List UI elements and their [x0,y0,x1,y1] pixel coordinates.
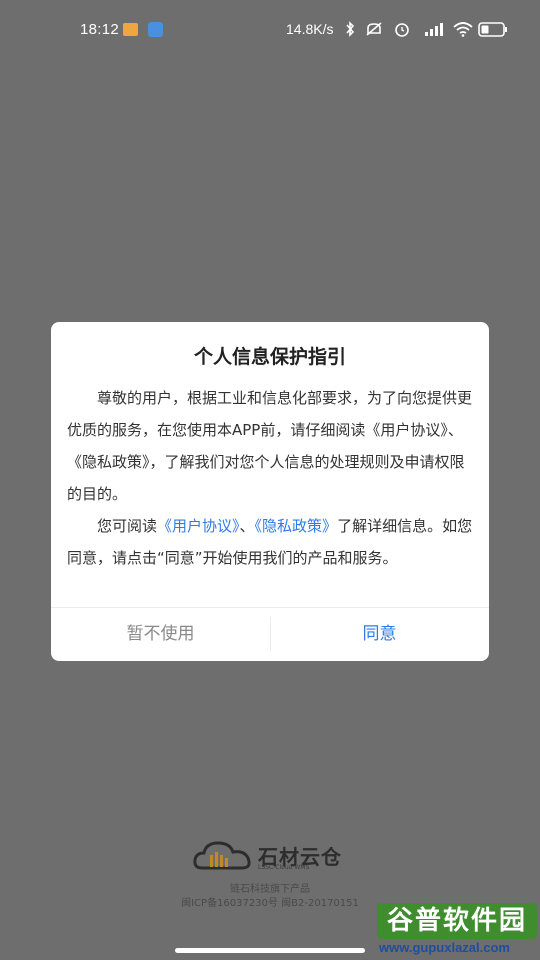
dialog-body: 尊敬的用户，根据工业和信息化部要求，为了向您提供更优质的服务，在您使用本APP前… [67,382,473,574]
app-notification-icon [148,22,163,37]
brand-logo: 石材云仓 LSSC-Cloud WMS [0,838,540,876]
privacy-dialog: 个人信息保护指引 尊敬的用户，根据工业和信息化部要求，为了向您提供更优质的服务，… [51,322,489,661]
agree-button[interactable]: 同意 [270,608,489,661]
site-watermark: 谷普软件园 www.gupuxlazal.com [377,903,540,960]
watermark-url: www.gupuxlazal.com [379,940,510,955]
user-agreement-link[interactable]: 《用户协议》 [157,517,240,535]
status-icons [345,19,473,39]
cloud-logo-icon [193,841,251,870]
battery-icon [478,22,507,37]
bluetooth-icon [346,21,355,37]
decline-button[interactable]: 暂不使用 [51,608,270,661]
home-indicator[interactable] [175,948,365,953]
privacy-policy-link[interactable]: 《隐私政策》 [255,517,338,535]
alarm-icon [395,23,409,37]
app-notification-icon [123,23,138,36]
brand-subtitle: LSSC-Cloud WMS [258,864,310,871]
footer: 石材云仓 LSSC-Cloud WMS 链石科技旗下产品 闽ICP备160372… [0,838,540,909]
dialog-title: 个人信息保护指引 [193,346,346,368]
company-line: 链石科技旗下产品 [230,884,310,895]
wifi-icon [453,22,473,37]
status-time: 18:12 [80,21,120,38]
dialog-paragraph-1: 尊敬的用户，根据工业和信息化部要求，为了向您提供更优质的服务，在您使用本APP前… [67,389,473,503]
watermark-title: 谷普软件园 [377,903,537,939]
para2-separator: 、 [239,517,255,535]
dialog-paragraph-2: 您可阅读《用户协议》、《隐私政策》了解详细信息。如您同意，请点击“同意”开始使用… [67,510,473,574]
para2-prefix: 您可阅读 [97,517,158,535]
mute-icon [366,22,382,36]
status-bar: 18:12 14.8K/s [0,0,540,60]
signal-icon [425,23,443,36]
net-speed: 14.8K/s [286,21,334,37]
